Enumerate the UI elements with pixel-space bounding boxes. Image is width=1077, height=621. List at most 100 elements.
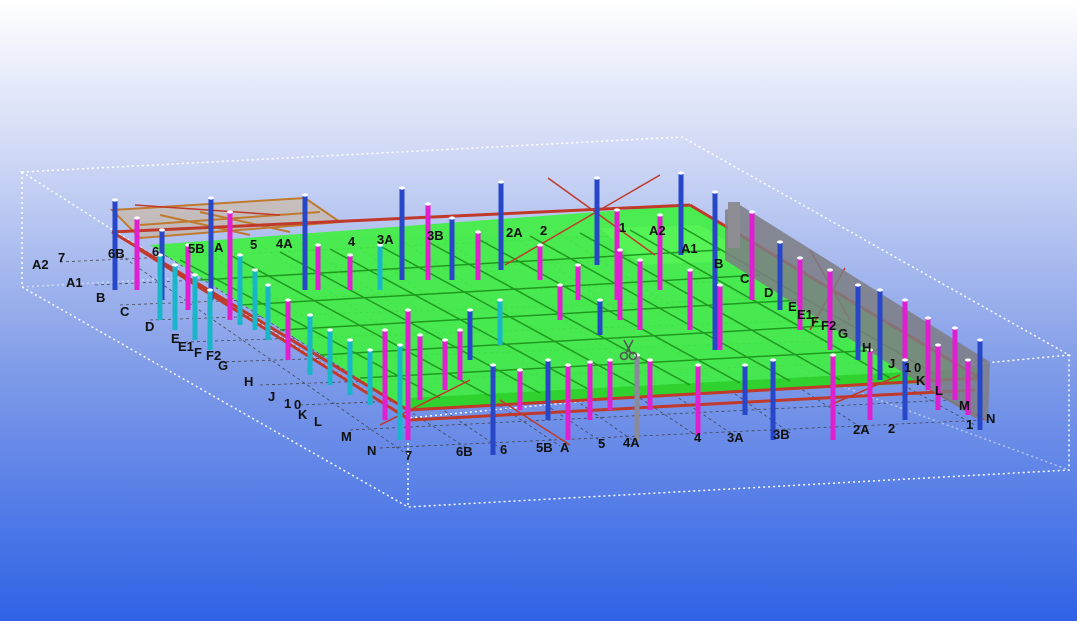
grid-label: 1	[904, 360, 911, 375]
column[interactable]	[695, 365, 701, 435]
structural-model-canvas[interactable]: A2 7A1BCDEE1 F F2GHJ 1 0K LMN 7 6B 6 5B A 5 4A 4 3A 3B 2A…	[0, 0, 1077, 621]
column[interactable]	[417, 335, 423, 400]
column[interactable]	[777, 242, 783, 310]
column[interactable]	[712, 192, 718, 350]
column[interactable]	[877, 290, 883, 380]
grid-label: 2A	[506, 225, 523, 240]
column[interactable]	[830, 355, 836, 440]
column[interactable]	[565, 365, 571, 440]
column[interactable]	[252, 270, 258, 330]
column-cap	[347, 338, 353, 342]
column-cap	[935, 343, 941, 347]
column[interactable]	[265, 285, 271, 340]
column[interactable]	[347, 255, 353, 290]
column[interactable]	[347, 340, 353, 395]
column[interactable]	[587, 362, 593, 420]
column[interactable]	[172, 265, 178, 330]
column[interactable]	[467, 310, 473, 360]
column-cap	[777, 240, 783, 244]
grid-label: 5B	[188, 241, 205, 256]
column[interactable]	[498, 182, 504, 270]
column-cap	[607, 358, 613, 362]
grid-label: 6	[152, 244, 159, 259]
grid-label: 4	[694, 430, 702, 445]
column-cap	[637, 258, 643, 262]
grid-label: A	[560, 440, 570, 455]
column-cap	[678, 171, 684, 175]
column[interactable]	[594, 178, 600, 265]
column-cap	[712, 190, 718, 194]
column-cap	[490, 363, 496, 367]
column-cap	[397, 343, 403, 347]
column[interactable]	[935, 345, 941, 410]
column[interactable]	[537, 245, 543, 280]
column[interactable]	[557, 285, 563, 320]
column-cap	[952, 326, 958, 330]
column[interactable]	[517, 370, 523, 410]
column[interactable]	[192, 275, 198, 340]
column-cap	[457, 328, 463, 332]
column[interactable]	[490, 365, 496, 455]
column[interactable]	[827, 270, 833, 350]
column-cap	[717, 283, 723, 287]
column-cap	[597, 298, 603, 302]
column[interactable]	[405, 310, 411, 440]
column[interactable]	[855, 285, 861, 360]
column[interactable]	[237, 255, 243, 325]
grid-label: A1	[66, 275, 83, 290]
column[interactable]	[285, 300, 291, 360]
column-cap	[265, 283, 271, 287]
column[interactable]	[207, 290, 213, 350]
column[interactable]	[617, 250, 623, 320]
column[interactable]	[687, 270, 693, 330]
column[interactable]	[208, 198, 214, 300]
grid-label: M	[341, 429, 352, 444]
column[interactable]	[742, 365, 748, 415]
3d-model-viewport[interactable]: A2 7 A1 B C D E E1 F F2 G H J 1 0 K L M N 7 6B 6 5B A 5 4A 4 3A 3B 2A…	[0, 0, 1077, 621]
grid-label: D	[764, 285, 773, 300]
column-cap	[617, 248, 623, 252]
column[interactable]	[475, 232, 481, 280]
column-cap	[977, 338, 983, 342]
column[interactable]	[637, 260, 643, 330]
column[interactable]	[607, 360, 613, 410]
column[interactable]	[397, 345, 403, 440]
grid-label: H	[244, 374, 253, 389]
column[interactable]	[597, 300, 603, 335]
column[interactable]	[749, 212, 755, 300]
column[interactable]	[307, 315, 313, 375]
column[interactable]	[399, 188, 405, 280]
column[interactable]	[367, 350, 373, 405]
column[interactable]	[112, 200, 118, 290]
column[interactable]	[134, 218, 140, 290]
column-cap	[657, 213, 663, 217]
column-cap	[467, 308, 473, 312]
column[interactable]	[545, 360, 551, 420]
column[interactable]	[157, 255, 163, 320]
column[interactable]	[227, 212, 233, 320]
grid-label: K	[298, 407, 308, 422]
column[interactable]	[449, 218, 455, 280]
column[interactable]	[315, 245, 321, 290]
grid-label: 3A	[727, 430, 744, 445]
column[interactable]	[717, 285, 723, 350]
column[interactable]	[327, 330, 333, 385]
grid-label: 5	[250, 237, 257, 252]
column[interactable]	[977, 340, 983, 430]
column[interactable]	[497, 300, 503, 345]
column[interactable]	[442, 340, 448, 390]
grid-label: G	[838, 326, 848, 341]
column[interactable]	[952, 328, 958, 400]
column[interactable]	[647, 360, 653, 410]
column[interactable]	[302, 195, 308, 290]
column[interactable]	[377, 245, 383, 290]
column[interactable]	[925, 318, 931, 390]
column-cap	[855, 283, 861, 287]
column-cap	[545, 358, 551, 362]
column[interactable]	[457, 330, 463, 380]
column[interactable]	[867, 350, 873, 420]
column[interactable]	[575, 265, 581, 300]
column[interactable]	[382, 330, 388, 420]
column[interactable]	[634, 355, 640, 440]
grid-label: 1	[966, 417, 973, 432]
